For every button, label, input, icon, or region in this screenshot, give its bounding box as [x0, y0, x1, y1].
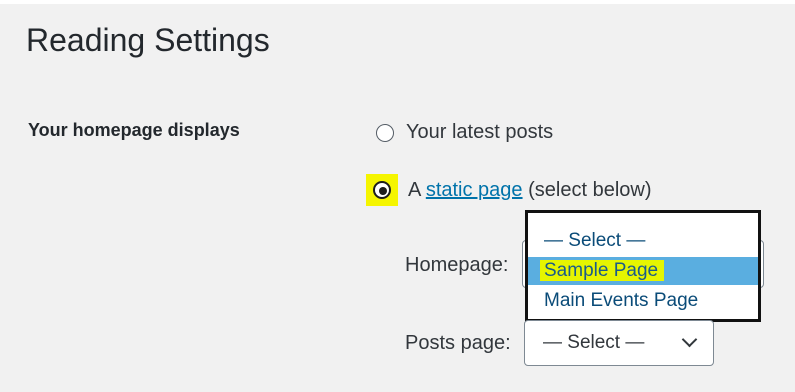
posts-page-label: Posts page: — [405, 332, 511, 354]
static-page-label[interactable]: A static page (select below) — [408, 179, 652, 202]
homepage-displays-label: Your homepage displays — [28, 120, 240, 140]
homepage-label: Homepage: — [405, 254, 509, 276]
page-title: Reading Settings — [26, 22, 270, 58]
homepage-dropdown-list[interactable]: — Select — Sample Page Main Events Page — [525, 210, 761, 322]
top-border — [0, 0, 795, 4]
option-latest-posts[interactable]: Your latest posts — [372, 121, 553, 144]
latest-posts-label[interactable]: Your latest posts — [406, 121, 553, 144]
dropdown-option-main-events-page[interactable]: Main Events Page — [528, 287, 758, 315]
latest-posts-radio[interactable] — [376, 123, 394, 142]
option-static-page[interactable]: A static page (select below) — [366, 174, 652, 206]
posts-page-select[interactable]: — Select — — [524, 320, 714, 366]
static-prefix: A — [408, 178, 421, 201]
dropdown-option-select[interactable]: — Select — — [528, 227, 758, 255]
static-suffix: (select below) — [528, 178, 652, 201]
sample-page-text: Sample Page — [540, 260, 665, 281]
posts-page-select-value: — Select — — [543, 332, 645, 353]
radio-highlight — [366, 174, 398, 206]
chevron-down-icon — [681, 331, 698, 348]
static-page-link[interactable]: static page — [426, 179, 523, 201]
static-page-radio[interactable] — [373, 181, 391, 199]
dropdown-option-sample-page[interactable]: Sample Page — [528, 257, 758, 285]
